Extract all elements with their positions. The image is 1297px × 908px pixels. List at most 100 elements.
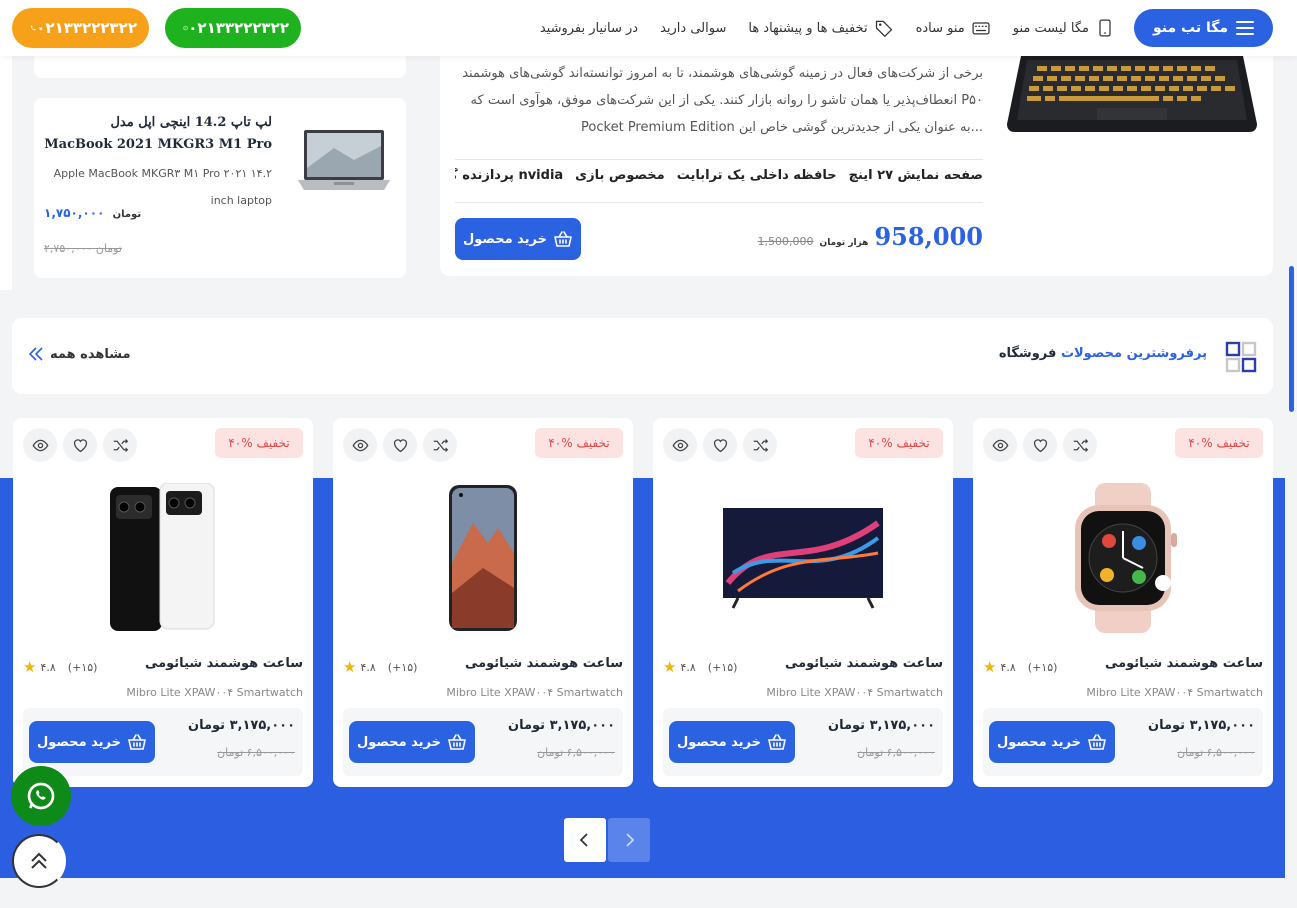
eye-icon — [672, 439, 688, 451]
price-box: ۳,۱۷۵,۰۰۰ تومان ۶,۵۰۰,۰۰۰ تومان خرید محص… — [343, 708, 623, 776]
side-product-old-price: ۲,۷۵۰,۰۰۰ تومان — [44, 242, 122, 255]
carousel-next-button[interactable] — [608, 818, 650, 862]
eye-icon — [352, 439, 368, 451]
star-icon: ★ — [983, 658, 997, 676]
divider — [455, 202, 983, 203]
product-image-phone — [393, 478, 573, 638]
nav-item-sell[interactable]: در سانیار بفروشید — [540, 21, 638, 36]
compare-button[interactable] — [743, 428, 777, 462]
featured-product-specs: صفحه نمایش ۲۷ اینچ حافظه داخلی یک ترابای… — [455, 168, 983, 183]
product-price: ۳,۱۷۵,۰۰۰ تومان — [187, 718, 295, 733]
spec-item: صفحه نمایش ۲۷ اینچ — [848, 168, 983, 183]
quick-view-button[interactable] — [343, 428, 377, 462]
product-name[interactable]: ساعت هوشمند شیائومی — [145, 656, 303, 671]
spec-item: حافظه داخلی یک ترابایت — [676, 168, 837, 183]
side-product-card[interactable]: لپ تاپ 14.2 اینچی اپل مدل MacBook 2021 M… — [34, 98, 406, 278]
double-chevron-left-icon — [28, 347, 43, 361]
product-old-price: ۶,۵۰۰,۰۰۰ تومان — [857, 746, 935, 759]
tag-icon — [875, 20, 892, 37]
laptop-thumbnail — [298, 130, 390, 190]
product-old-price: ۶,۵۰۰,۰۰۰ تومان — [1177, 746, 1255, 759]
nav-item-simple-menu[interactable]: منو ساده — [916, 18, 991, 38]
product-old-price: ۶,۵۰۰,۰۰۰ تومان — [217, 746, 295, 759]
nav-item-mega-list[interactable]: مگا لیست منو — [1013, 18, 1115, 38]
side-product-price: ۱,۷۵۰,۰۰۰ تومان — [44, 206, 142, 220]
featured-product-card: برخی از شرکت‌های فعال در زمینه گوشی‌های … — [440, 56, 1273, 276]
chevron-left-icon — [579, 833, 588, 847]
side-product-title: لپ تاپ 14.2 اینچی اپل مدل MacBook 2021 M… — [44, 115, 272, 152]
nav-item-questions[interactable]: سوالی دارید — [660, 21, 726, 36]
featured-buy-button[interactable]: خرید محصول — [455, 218, 581, 260]
quick-view-button[interactable] — [983, 428, 1017, 462]
compare-button[interactable] — [1063, 428, 1097, 462]
product-english-name: Mibro Lite XPAW۰۰۴ Smartwatch — [766, 686, 943, 699]
section-title: پرفروشترین محصولات فروشگاه — [998, 346, 1207, 361]
spec-item: پردازنده گرافیکی nvidia — [455, 168, 564, 183]
hamburger-icon — [1236, 21, 1255, 35]
wishlist-button[interactable] — [1023, 428, 1057, 462]
product-english-name: Mibro Lite XPAW۰۰۴ Smartwatch — [1086, 686, 1263, 699]
product-image-smartwatch — [1033, 478, 1213, 638]
product-english-name: Mibro Lite XPAW۰۰۴ Smartwatch — [126, 686, 303, 699]
product-image-phones-pair — [73, 478, 253, 638]
quick-view-button[interactable] — [663, 428, 697, 462]
compare-button[interactable] — [103, 428, 137, 462]
basket-icon — [128, 734, 147, 750]
buy-button[interactable]: خرید محصول — [989, 721, 1115, 763]
wishlist-button[interactable] — [63, 428, 97, 462]
basket-icon — [554, 231, 572, 247]
wishlist-button[interactable] — [383, 428, 417, 462]
gaming-laptop-image — [1007, 56, 1257, 132]
product-name[interactable]: ساعت هوشمند شیائومی — [785, 656, 943, 671]
see-all-link[interactable]: مشاهده همه — [28, 346, 131, 362]
product-rating: ★ ۴.۸ (+۱۵) — [983, 658, 1058, 676]
product-card[interactable]: ۴۰% تخفیف ساعت هوشمند شیائومی ★ ۴.۸ (+۱۵) … — [653, 418, 953, 787]
product-rating: ★ ۴.۸ (+۱۵) — [663, 658, 738, 676]
star-icon: ★ — [663, 658, 677, 676]
spec-item: مخصوص بازی — [575, 168, 665, 183]
buy-button[interactable]: خرید محصول — [29, 721, 155, 763]
nav-item-discounts[interactable]: تخفیف ها و پیشنهاد ها — [748, 18, 893, 38]
divider — [455, 159, 983, 160]
wishlist-button[interactable] — [703, 428, 737, 462]
page-scrollbar[interactable] — [1289, 266, 1294, 412]
scroll-to-top-button[interactable] — [12, 834, 66, 888]
basket-icon — [448, 734, 467, 750]
grid-icon — [1225, 341, 1257, 373]
double-chevron-up-icon — [31, 852, 47, 869]
main-nav: مگا لیست منو منو ساده تخفیف ها و پیشنهاد… — [540, 0, 1115, 56]
carousel-prev-button[interactable] — [564, 818, 606, 862]
heart-icon — [393, 438, 407, 452]
quick-view-button[interactable] — [23, 428, 57, 462]
product-rating: ★ ۴.۸ (+۱۵) — [23, 658, 98, 676]
right-rail — [1273, 56, 1297, 296]
discount-badge: ۴۰% تخفیف — [1175, 428, 1263, 458]
product-card[interactable]: ۴۰% تخفیف ساعت هوشمند شیائومی ★ ۴.۸ (+۱۵) … — [973, 418, 1273, 787]
compare-button[interactable] — [423, 428, 457, 462]
product-english-name: Mibro Lite XPAW۰۰۴ Smartwatch — [446, 686, 623, 699]
discount-badge: ۴۰% تخفیف — [215, 428, 303, 458]
whatsapp-button[interactable]: ۰۲۱۳۳۲۲۲۳۲۲ — [165, 8, 301, 48]
heart-icon — [73, 438, 87, 452]
product-price: ۳,۱۷۵,۰۰۰ تومان — [1147, 718, 1255, 733]
product-card[interactable]: ۴۰% تخفیف ساعت هوشمند شیائومی ★ ۴.۸ (+۱۵) … — [333, 418, 633, 787]
product-name[interactable]: ساعت هوشمند شیائومی — [465, 656, 623, 671]
product-rating: ★ ۴.۸ (+۱۵) — [343, 658, 418, 676]
mobile-icon — [1099, 19, 1111, 37]
buy-button[interactable]: خرید محصول — [669, 721, 795, 763]
product-name[interactable]: ساعت هوشمند شیائومی — [1105, 656, 1263, 671]
buy-button[interactable]: خرید محصول — [349, 721, 475, 763]
heart-icon — [1033, 438, 1047, 452]
phone-call-button[interactable]: ۰۲۱۳۳۲۲۲۳۲۲ — [12, 8, 149, 48]
featured-product-price: 958,000 هزار تومان 1,500,000 — [757, 222, 983, 251]
eye-icon — [32, 439, 48, 451]
product-old-price: ۶,۵۰۰,۰۰۰ تومان — [537, 746, 615, 759]
whatsapp-icon — [27, 782, 55, 810]
product-card[interactable]: ۴۰% تخفیف ساعت هوشمند شیائومی ★ ۴.۸ (+۱۵) … — [13, 418, 313, 787]
mega-tab-menu-button[interactable]: مگا تب منو — [1134, 9, 1273, 47]
keyboard-icon — [972, 22, 990, 35]
shuffle-icon — [433, 438, 448, 452]
whatsapp-floating-button[interactable] — [11, 766, 71, 826]
page-bottom — [0, 878, 1297, 908]
left-rail — [0, 56, 12, 290]
